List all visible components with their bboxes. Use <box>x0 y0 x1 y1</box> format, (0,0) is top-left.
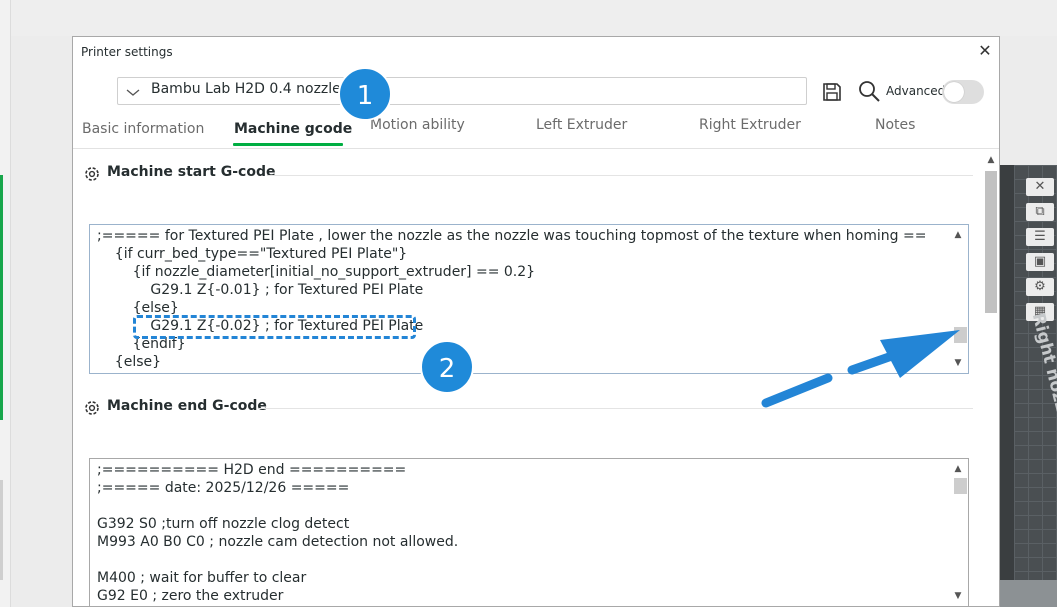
close-icon[interactable]: ✕ <box>975 41 995 61</box>
dialog-scrollbar[interactable]: ▲ <box>981 149 999 606</box>
start-gcode-title: Machine start G-code <box>107 164 276 180</box>
tabs-divider <box>73 148 999 149</box>
code-line: ;===== date: 2025/12/26 ===== <box>97 480 350 496</box>
code-line: ;===== for Textured PEI Plate , lower th… <box>97 228 927 244</box>
section-divider <box>267 175 973 176</box>
end-gcode-title: Machine end G-code <box>107 398 267 414</box>
code-line: G392 S0 ;turn off nozzle clog detect <box>97 516 350 532</box>
plate-close-icon[interactable]: ✕ <box>1026 178 1054 196</box>
chevron-down-icon <box>126 89 140 96</box>
scroll-thumb[interactable] <box>954 478 967 494</box>
active-tab-indicator <box>233 143 343 146</box>
toggle-knob <box>944 82 964 102</box>
tab-notes[interactable]: Notes <box>875 117 915 133</box>
background-left-accent-secondary <box>0 480 3 580</box>
code-line: M993 A0 B0 C0 ; nozzle cam detection not… <box>97 534 459 550</box>
plate-settings-icon[interactable]: ⚙ <box>1026 278 1054 296</box>
annotation-arrow-icon <box>761 330 960 408</box>
search-icon[interactable] <box>857 79 883 105</box>
annotation-badge-2: 2 <box>420 340 474 394</box>
code-line: {if curr_bed_type=="Textured PEI Plate"} <box>97 246 408 262</box>
code-line: M400 ; wait for buffer to clear <box>97 570 307 586</box>
tab-motion-ability[interactable]: Motion ability <box>370 117 465 133</box>
annotation-badge-1: 1 <box>338 67 392 121</box>
end-gcode-lines: ;========== H2D end ========== ;===== da… <box>97 461 946 605</box>
end-gcode-editor[interactable]: ;========== H2D end ========== ;===== da… <box>89 458 969 607</box>
plate-list-icon[interactable]: ☰ <box>1026 228 1054 246</box>
code-line: G92 E0 ; zero the extruder <box>97 588 284 604</box>
dialog-title: Printer settings <box>81 45 173 59</box>
scroll-thumb[interactable] <box>985 171 997 313</box>
preset-dropdown[interactable]: Bambu Lab H2D 0.4 nozzle <box>117 77 807 105</box>
end-gcode-scrollbar[interactable]: ▲ ▼ <box>949 460 967 605</box>
save-icon[interactable] <box>821 81 843 103</box>
background-app-header <box>0 0 1057 36</box>
tab-machine-gcode[interactable]: Machine gcode <box>234 121 352 137</box>
build-plate-bottom <box>1000 580 1057 607</box>
advanced-toggle[interactable] <box>942 80 984 104</box>
gear-icon <box>85 401 99 415</box>
plate-lock-icon[interactable]: ▣ <box>1026 253 1054 271</box>
tab-basic-information[interactable]: Basic information <box>82 121 204 137</box>
preset-value: Bambu Lab H2D 0.4 nozzle <box>151 81 341 97</box>
plate-arrange-icon[interactable]: ⧉ <box>1026 203 1054 221</box>
tab-left-extruder[interactable]: Left Extruder <box>536 117 627 133</box>
background-left-accent <box>0 175 3 420</box>
code-line: {if nozzle_diameter[initial_no_support_e… <box>97 264 536 280</box>
build-plate-edge <box>1000 165 1014 607</box>
scroll-down-icon[interactable]: ▼ <box>953 591 963 601</box>
scroll-up-icon[interactable]: ▲ <box>953 464 963 474</box>
settings-tabs: Basic information Machine gcode Motion a… <box>73 117 999 149</box>
scroll-up-icon[interactable]: ▲ <box>953 230 963 240</box>
annotation-highlight-box <box>133 315 416 339</box>
code-line: G29.1 Z{-0.01} ; for Textured PEI Plate <box>97 282 424 298</box>
gear-icon <box>85 167 99 181</box>
tab-right-extruder[interactable]: Right Extruder <box>699 117 801 133</box>
code-line: ;========== H2D end ========== <box>97 462 407 478</box>
advanced-label: Advanced <box>886 84 946 98</box>
scroll-up-icon[interactable]: ▲ <box>986 155 996 165</box>
